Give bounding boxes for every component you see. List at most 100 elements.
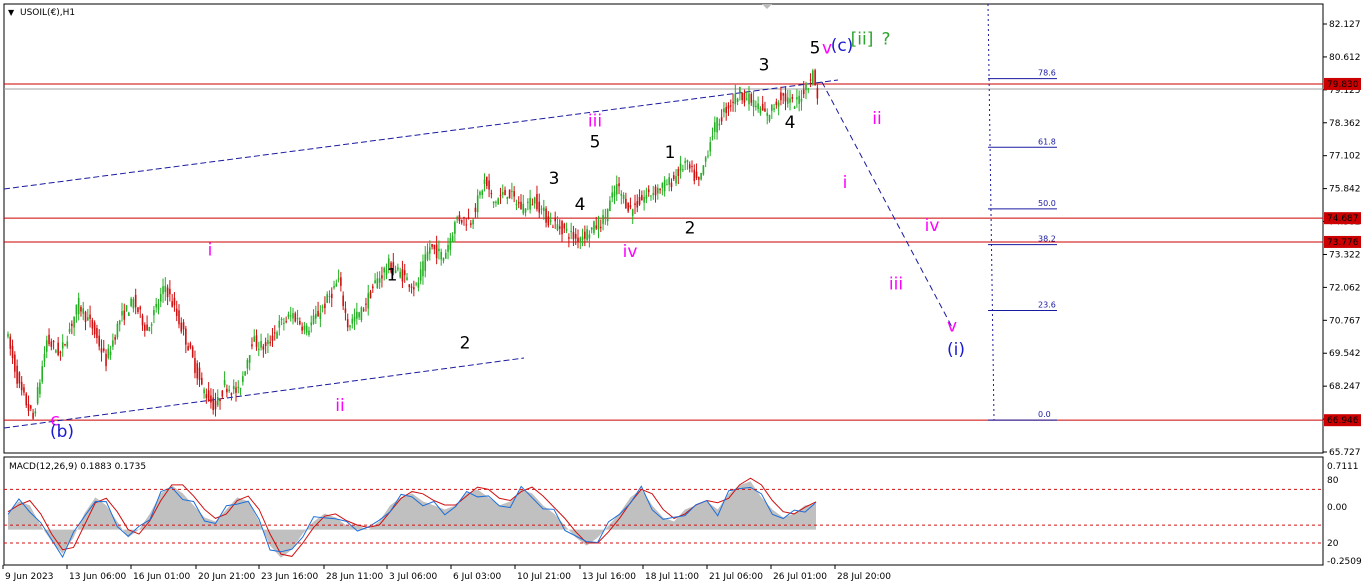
candle-body [401,269,404,282]
candle-body [132,299,135,309]
candle-body [718,123,721,126]
wave-label: 1 [387,265,398,285]
wave-label: iii [889,275,903,295]
candle-body [572,232,575,240]
candle-body [239,388,242,390]
y-tick-label: 80.612 [1329,53,1361,63]
candle-body [643,196,645,203]
candle-body [670,182,673,188]
candle-body [645,194,648,199]
candle-body [725,107,727,113]
candle-body [16,365,18,384]
candle-body [372,286,374,289]
candle-body [570,231,572,233]
candle-body [552,226,554,228]
wave-label: 4 [575,195,586,215]
y-tick-label: 65.727 [1329,448,1361,458]
candle-body [11,345,14,359]
candle-body [374,280,376,284]
candle-body [98,335,100,347]
candle-body [150,324,153,326]
candle-body [50,341,53,347]
candle-body [262,346,265,350]
candle-body [761,103,764,111]
candle-body [273,332,276,334]
candle-body [207,390,210,402]
candle-body [175,308,178,317]
candle-body [317,310,319,317]
candle-body [802,89,805,95]
candle-body [139,306,142,310]
candle-body [48,334,50,345]
dropdown-icon[interactable]: ▼ [8,8,15,17]
candle-body [675,176,677,184]
candle-body [107,348,110,358]
candle-body [303,325,306,331]
candle-body [472,220,474,225]
candle-body [128,312,130,316]
candle-body [305,325,308,333]
candle-body [214,400,217,410]
candle-body [346,319,349,328]
candle-body [419,269,422,281]
x-tick-label: 28 Jun 11:00 [326,572,383,582]
candle-body [771,104,773,111]
fib-level-label: 50.0 [1038,199,1056,208]
candle-body [64,343,66,345]
candle-body [413,287,415,290]
candle-body [415,283,417,285]
candle-body [679,163,682,171]
candle-body [766,112,769,116]
candle-body [698,177,700,180]
candle-body [796,97,798,100]
candle-body [745,98,748,100]
candle-body [666,184,668,186]
candle-body [652,193,655,195]
candle-body [144,324,146,331]
candle-body [456,217,458,220]
candle-body [688,164,691,169]
x-tick-label: 9 Jun 2023 [5,572,53,582]
candle-body [581,236,584,240]
candle-body [691,165,693,168]
candle-body [627,202,629,212]
wave-label: ii [335,396,344,416]
candle-body [171,301,173,307]
candle-body [205,394,208,399]
wave-label: ? [881,29,890,49]
symbol-title: USOIL(€),H1 [20,8,75,18]
candle-body [237,386,240,388]
candle-body [73,316,75,328]
candle-body [408,284,411,288]
candle-body [734,93,737,105]
candle-body [146,324,148,331]
candle-body [353,316,356,322]
candle-body [326,294,328,303]
candle-body [435,244,438,259]
candle-body [780,92,782,101]
candle-body [180,322,183,332]
fib-level-label: 38.2 [1038,235,1056,244]
candle-body [285,321,287,323]
candle-body [755,105,757,108]
candle-body [20,381,23,391]
candle-body [335,283,338,287]
candle-body [235,387,237,393]
candle-body [568,237,570,239]
candle-body [137,307,139,312]
candle-body [586,229,588,241]
candle-body [340,277,342,286]
candle-body [499,195,502,197]
candle-body [686,160,689,163]
price-level-tag-text: 66.946 [1327,416,1359,426]
candle-body [221,390,224,397]
candle-body [654,186,657,196]
x-tick-label: 13 Jun 06:00 [69,572,126,582]
wave-label: (b) [50,422,74,442]
candle-body [360,307,363,321]
candle-body [561,221,563,235]
y-tick-label: 77.102 [1329,152,1361,162]
macd-scale-label: 0.7111 [1327,462,1359,472]
candle-body [661,183,664,188]
candle-body [729,105,732,107]
